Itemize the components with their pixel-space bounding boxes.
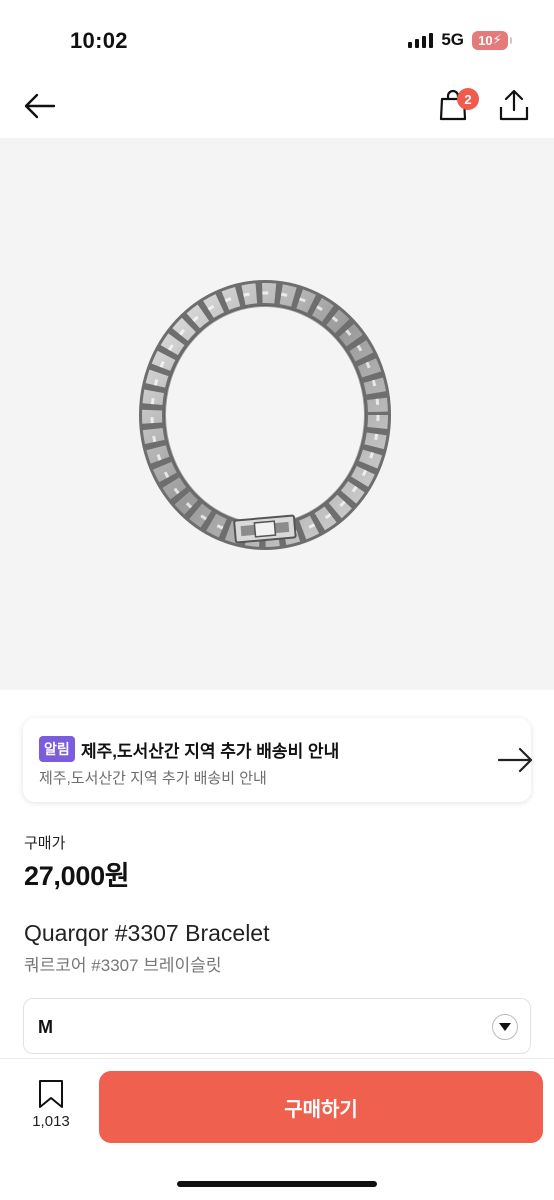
network-type: 5G [441,30,464,49]
share-icon[interactable] [496,88,532,124]
bottom-action-bar: 1,013 구매하기 [0,1058,554,1200]
signal-icon [408,32,434,48]
top-nav: 2 [0,74,554,138]
battery-level: 10 [478,32,493,48]
product-name: Quarqor #3307 Bracelet [24,920,270,946]
home-indicator [177,1181,377,1187]
battery-icon: 10 ⚡︎ [472,30,512,50]
notice-subtitle: 제주,도서산간 지역 추가 배송비 안내 [39,770,267,787]
price-label: 구매가 [24,835,66,852]
product-price: 27,000원 [24,861,130,891]
buy-button[interactable]: 구매하기 [99,1071,543,1143]
size-option-select[interactable]: M [23,998,531,1054]
status-indicators: 5G 10 ⚡︎ [408,30,512,50]
cart-count-badge: 2 [457,88,479,110]
bookmark-count: 1,013 [32,1113,70,1130]
arrow-right-icon [497,747,533,773]
bookmark-button[interactable]: 1,013 [28,1079,74,1143]
product-name-korean: 쿼르코어 #3307 브레이슬릿 [24,956,222,975]
product-image[interactable] [0,138,554,690]
status-bar: 10:02 5G 10 ⚡︎ [0,0,554,74]
selected-option-value: M [38,1017,53,1037]
bookmark-icon [39,1080,63,1108]
notice-title: 제주,도서산간 지역 추가 배송비 안내 [81,742,340,761]
status-time: 10:02 [70,28,128,53]
back-arrow-icon[interactable] [22,88,58,124]
bracelet-image [139,280,391,550]
notice-tag: 알림 [39,736,75,762]
shipping-notice-card[interactable]: 알림 제주,도서산간 지역 추가 배송비 안내 제주,도서산간 지역 추가 배송… [23,718,533,802]
chevron-down-icon [492,1014,518,1040]
